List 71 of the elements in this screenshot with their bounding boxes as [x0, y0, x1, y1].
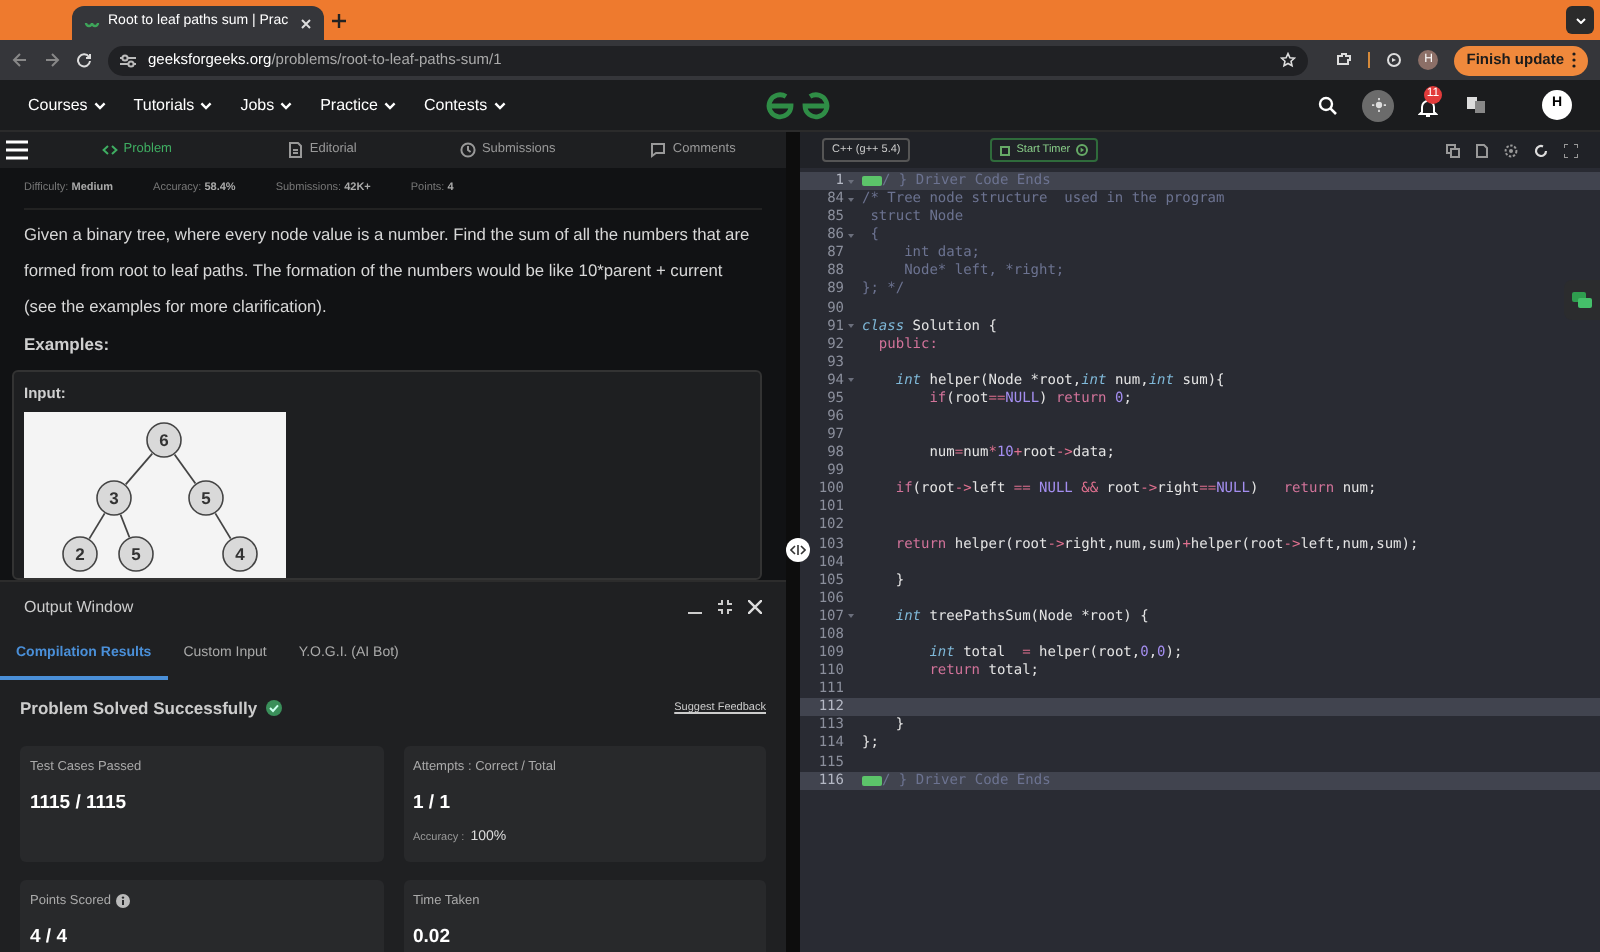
fold-icon[interactable]: [848, 614, 854, 619]
resize-icon: [790, 544, 806, 556]
theme-toggle[interactable]: [1362, 89, 1394, 121]
extensions-icon[interactable]: [1336, 52, 1353, 68]
card-value: 0.02: [413, 923, 452, 951]
nav-menu-item[interactable]: Jobs: [240, 93, 293, 117]
reload-icon[interactable]: [76, 52, 92, 68]
fold-icon[interactable]: [848, 378, 854, 383]
output-window-title: Output Window: [24, 595, 134, 619]
nav-menu-item[interactable]: Practice: [320, 93, 396, 117]
copy-icon[interactable]: [1446, 143, 1460, 157]
search-icon[interactable]: [1318, 95, 1338, 115]
fullscreen-icon[interactable]: [1564, 143, 1578, 157]
fold-icon[interactable]: [848, 324, 854, 329]
tree-node: 5: [188, 480, 224, 517]
reset-icon[interactable]: [1534, 143, 1548, 157]
fold-icon[interactable]: [848, 197, 854, 202]
chevron-icon: [493, 101, 506, 109]
forward-icon[interactable]: [44, 52, 60, 68]
code-icon: [101, 142, 118, 158]
folded-code-marker[interactable]: [862, 775, 882, 786]
problem-description: Given a binary tree, where every node value is a number. Find the sum of all the numbers that are formed from root to leaf paths. The formation of the numbers would be like 10*parent + current (see the examples for more clarification).: [24, 222, 752, 321]
site-settings-icon[interactable]: [120, 53, 136, 67]
info-icon[interactable]: [116, 894, 131, 909]
sun-icon: [1371, 98, 1385, 112]
tree-edge: [214, 513, 232, 540]
expand-icon[interactable]: [718, 600, 732, 614]
tree-node: 4: [222, 536, 258, 573]
tree-edge: [119, 514, 131, 539]
bell-icon[interactable]: [1418, 97, 1438, 117]
card-value: 1 / 1: [413, 789, 452, 817]
fold-icon[interactable]: [848, 233, 854, 238]
clock-icon: [459, 142, 476, 158]
chat-button[interactable]: [1564, 280, 1600, 320]
close-icon[interactable]: [748, 600, 762, 614]
comment-icon: [650, 142, 667, 158]
tree-node: 5: [118, 536, 154, 573]
status-message: Problem Solved Successfully: [20, 696, 258, 722]
card-value: 1115 / 1115: [30, 789, 129, 817]
tree-edge: [88, 513, 106, 540]
chevron-icon: [93, 101, 106, 109]
examples-heading: Examples:: [24, 332, 112, 358]
chat-icon: [1572, 291, 1592, 309]
card-value: 4 / 4: [30, 923, 69, 951]
splitter-handle[interactable]: [786, 538, 810, 562]
close-icon[interactable]: [300, 17, 312, 29]
tree-edge: [173, 454, 197, 485]
chevron-icon: [280, 101, 293, 109]
tree-node: 6: [146, 422, 182, 459]
tree-node: 3: [96, 480, 132, 517]
media-icon[interactable]: [1386, 52, 1403, 68]
star-icon[interactable]: [1280, 52, 1297, 68]
tree-node: 2: [62, 536, 98, 573]
chevron-icon: [1575, 17, 1585, 23]
timer-icon: [1000, 145, 1011, 155]
play-icon: [1076, 144, 1089, 156]
tree-edge: [124, 453, 154, 486]
new-tab-icon[interactable]: [332, 14, 346, 28]
check-circle-icon: [265, 700, 282, 717]
tab-search-button[interactable]: [1566, 6, 1594, 34]
folded-code-marker[interactable]: [862, 176, 882, 187]
document-icon: [287, 142, 304, 158]
chevron-icon: [384, 101, 396, 109]
menu-icon[interactable]: [6, 140, 28, 160]
nav-menu-item[interactable]: Courses: [28, 93, 106, 117]
back-icon[interactable]: [12, 52, 28, 68]
nav-menu-item[interactable]: Tutorials: [133, 93, 213, 117]
chevron-icon: [200, 101, 213, 109]
nav-menu-item[interactable]: Contests: [424, 93, 506, 117]
settings-icon[interactable]: [1504, 143, 1518, 157]
file-icon[interactable]: [1476, 143, 1488, 157]
